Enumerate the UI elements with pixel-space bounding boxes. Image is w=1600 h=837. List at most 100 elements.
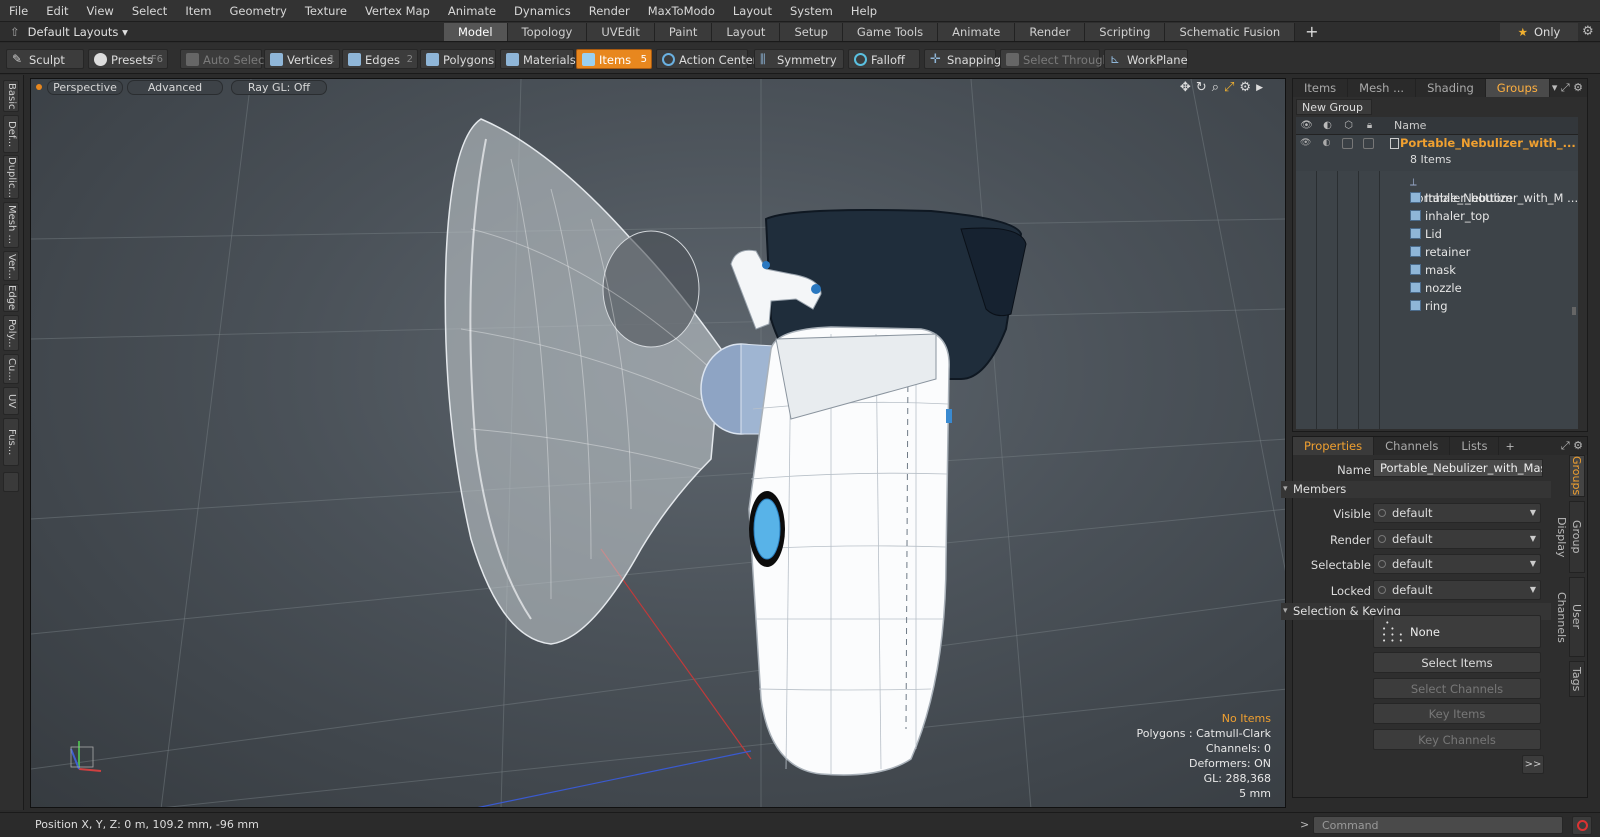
menu-render[interactable]: Render bbox=[580, 0, 639, 22]
group-row[interactable]: 👁 ◐ Portable_Nebulizer_with_... 8 Items bbox=[1296, 135, 1578, 171]
auto-select-button[interactable]: Auto Select bbox=[180, 49, 269, 69]
snapping-button[interactable]: ✛ Snapping bbox=[924, 49, 1001, 69]
shading-dropdown[interactable]: Advanced bbox=[127, 80, 223, 95]
left-tab-6[interactable]: Poly... bbox=[3, 315, 19, 351]
lock-column-icon[interactable]: 🔒︎ bbox=[1363, 119, 1376, 132]
layout-tab-animate[interactable]: Animate bbox=[938, 23, 1016, 41]
menu-select[interactable]: Select bbox=[123, 0, 176, 22]
left-tab-3[interactable]: Mesh ... bbox=[3, 202, 19, 248]
panel-tab-groups[interactable]: Groups bbox=[1485, 79, 1550, 97]
group-item-row[interactable]: Lid bbox=[1296, 225, 1578, 243]
fit-icon[interactable]: ⤢ bbox=[1224, 80, 1234, 96]
layout-tab-schematic-fusion[interactable]: Schematic Fusion bbox=[1165, 23, 1296, 41]
selection-set-button[interactable]: • • • • • • • • • None bbox=[1373, 615, 1541, 648]
view-mode-dropdown[interactable]: Perspective bbox=[47, 80, 123, 95]
raygl-toggle[interactable]: Ray GL: Off bbox=[231, 80, 327, 95]
layout-selector[interactable]: ⇧ Default Layouts ▾ bbox=[10, 22, 128, 42]
group-lock-toggle[interactable] bbox=[1363, 138, 1374, 149]
panel-options-icon[interactable]: ▾ ⤢ ⚙ bbox=[1552, 79, 1583, 97]
edges-button[interactable]: Edges 2 bbox=[342, 49, 418, 69]
left-tab-7[interactable]: Cu... bbox=[3, 354, 19, 384]
action-center-button[interactable]: Action Center bbox=[656, 49, 757, 69]
pan-icon[interactable]: ✥ bbox=[1180, 80, 1191, 96]
layout-tab-uvedit[interactable]: UVEdit bbox=[587, 23, 655, 41]
group-item-row[interactable]: nozzle bbox=[1296, 279, 1578, 297]
group-render-icon[interactable]: ◐ bbox=[1321, 138, 1332, 149]
add-layout-icon[interactable]: + bbox=[1295, 23, 1328, 41]
menu-help[interactable]: Help bbox=[842, 0, 886, 22]
viewport-settings-icon[interactable]: ⚙ bbox=[1239, 80, 1251, 96]
props-tab-properties[interactable]: Properties bbox=[1293, 437, 1375, 455]
left-tab-5[interactable]: Edge bbox=[3, 284, 19, 312]
menu-geometry[interactable]: Geometry bbox=[221, 0, 296, 22]
symmetry-button[interactable]: ⫼ Symmetry bbox=[754, 49, 844, 69]
layout-tab-render[interactable]: Render bbox=[1015, 23, 1086, 41]
zoom-icon[interactable]: ⌕ bbox=[1212, 80, 1219, 96]
layout-tab-setup[interactable]: Setup bbox=[780, 23, 843, 41]
gear-icon[interactable]: ⚙ bbox=[1582, 22, 1594, 42]
left-tab-4[interactable]: Ver... bbox=[3, 251, 19, 281]
select-channels-button[interactable]: Select Channels bbox=[1373, 678, 1541, 699]
group-item-row[interactable]: mask bbox=[1296, 261, 1578, 279]
polygons-button[interactable]: Polygons bbox=[420, 49, 496, 69]
items-button[interactable]: Items 5 bbox=[576, 49, 652, 69]
workplane-button[interactable]: ⊾ WorkPlane bbox=[1104, 49, 1188, 69]
group-select-toggle[interactable] bbox=[1342, 138, 1353, 149]
left-tab-8[interactable]: UV bbox=[3, 387, 19, 415]
group-visible-icon[interactable]: 👁 bbox=[1300, 138, 1311, 149]
vtab-tags[interactable]: Tags bbox=[1569, 661, 1585, 697]
menu-system[interactable]: System bbox=[781, 0, 842, 22]
visible-dropdown[interactable]: default ▼ bbox=[1373, 503, 1541, 523]
select-through-button[interactable]: Select Through bbox=[1000, 49, 1110, 69]
selectable-dropdown[interactable]: default ▼ bbox=[1373, 554, 1541, 574]
menu-dynamics[interactable]: Dynamics bbox=[505, 0, 580, 22]
key-channels-button[interactable]: Key Channels bbox=[1373, 729, 1541, 750]
vtab-groups[interactable]: Groups bbox=[1569, 455, 1585, 497]
menu-animate[interactable]: Animate bbox=[439, 0, 505, 22]
visibility-column-icon[interactable]: 👁 bbox=[1300, 119, 1313, 132]
sculpt-button[interactable]: ✎ Sculpt bbox=[6, 49, 84, 69]
panel-tab-mesh[interactable]: Mesh ... bbox=[1348, 79, 1417, 97]
props-tab-channels[interactable]: Channels bbox=[1374, 437, 1451, 455]
panel-tab-shading[interactable]: Shading bbox=[1416, 79, 1486, 97]
only-button[interactable]: ★ Only bbox=[1500, 23, 1578, 41]
props-options-icon[interactable]: ⤢ ⚙ bbox=[1561, 437, 1583, 455]
new-group-button[interactable]: New Group bbox=[1296, 99, 1372, 115]
group-item-row[interactable]: Inhaler_bottom bbox=[1296, 189, 1578, 207]
command-history-button[interactable] bbox=[1572, 816, 1592, 835]
list-scrollbar[interactable] bbox=[1572, 307, 1576, 315]
more-button[interactable]: >> bbox=[1522, 755, 1544, 774]
presets-button[interactable]: Presets F6 bbox=[88, 49, 168, 69]
left-tab-0[interactable]: Basic bbox=[3, 80, 19, 112]
group-item-row[interactable]: inhaler_top bbox=[1296, 207, 1578, 225]
group-item-row[interactable]: ring bbox=[1296, 297, 1578, 315]
command-input[interactable]: Command bbox=[1313, 816, 1563, 834]
menu-edit[interactable]: Edit bbox=[37, 0, 77, 22]
rotate-icon[interactable]: ↻ bbox=[1196, 80, 1207, 96]
menu-vertex-map[interactable]: Vertex Map bbox=[356, 0, 439, 22]
locked-dropdown[interactable]: default ▼ bbox=[1373, 580, 1541, 600]
left-tab-1[interactable]: Def... bbox=[3, 115, 19, 153]
left-tab-collapse[interactable] bbox=[3, 472, 19, 492]
key-items-button[interactable]: Key Items bbox=[1373, 703, 1541, 724]
layout-tab-game-tools[interactable]: Game Tools bbox=[842, 23, 939, 41]
layout-tab-layout[interactable]: Layout bbox=[712, 23, 781, 41]
add-tab-icon[interactable]: + bbox=[1505, 440, 1514, 453]
vertices-button[interactable]: Vertices 1 bbox=[264, 49, 340, 69]
menu-item[interactable]: Item bbox=[176, 0, 220, 22]
render-column-icon[interactable]: ◐ bbox=[1321, 119, 1334, 132]
select-items-button[interactable]: Select Items bbox=[1373, 652, 1541, 673]
select-column-icon[interactable]: ⬡ bbox=[1342, 119, 1355, 132]
menu-file[interactable]: File bbox=[0, 0, 37, 22]
vtab-user-channels[interactable]: User Channels bbox=[1555, 577, 1585, 657]
layout-tab-scripting[interactable]: Scripting bbox=[1085, 23, 1166, 41]
render-dropdown[interactable]: default ▼ bbox=[1373, 529, 1541, 549]
left-tab-2[interactable]: Duplic... bbox=[3, 155, 19, 199]
left-tab-9[interactable]: Fus... bbox=[3, 418, 19, 466]
vtab-group-display[interactable]: Group Display bbox=[1555, 501, 1585, 573]
layout-tab-paint[interactable]: Paint bbox=[654, 23, 713, 41]
panel-tab-items[interactable]: Items bbox=[1293, 79, 1349, 97]
menu-view[interactable]: View bbox=[78, 0, 123, 22]
menu-layout[interactable]: Layout bbox=[724, 0, 781, 22]
group-name-field[interactable]: Portable_Nebulizer_with_Mask_Ir bbox=[1373, 459, 1543, 477]
